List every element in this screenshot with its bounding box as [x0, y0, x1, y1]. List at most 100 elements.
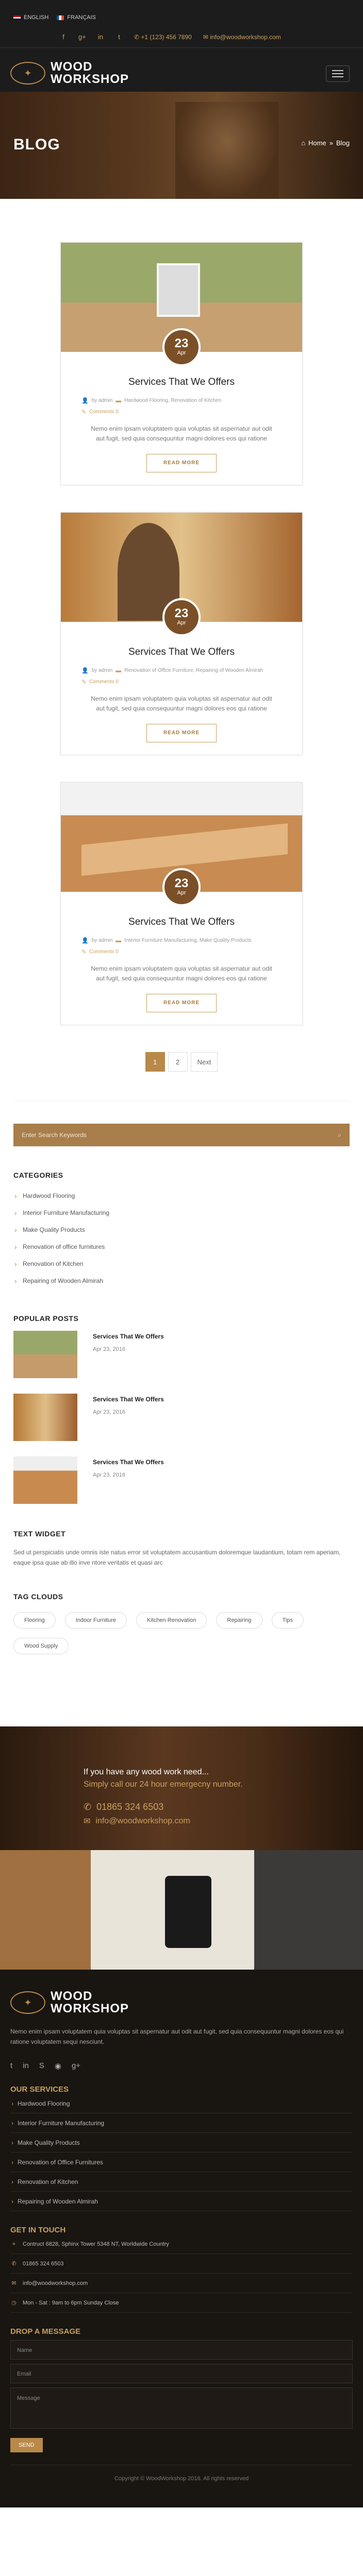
- blog-post-list: 23 Apr Services That We Offers 👤 by admin…: [0, 199, 363, 1100]
- pagination: 1 2 Next: [0, 1052, 363, 1100]
- tag[interactable]: Tips: [271, 1612, 304, 1629]
- category-item[interactable]: Hardwood Flooring: [13, 1188, 350, 1205]
- popular-post-item: Services That We Offers Apr 23, 2016: [13, 1456, 350, 1519]
- categories-heading: CATEGORIES: [13, 1171, 63, 1179]
- post-categories[interactable]: Interior Furniture Manufacturing, Make Q…: [124, 935, 251, 946]
- category-item[interactable]: Interior Furniture Manufacturing: [13, 1205, 350, 1222]
- linkedin-icon[interactable]: in: [23, 2061, 29, 2071]
- post-image[interactable]: 23 Apr: [61, 783, 302, 906]
- search-icon[interactable]: ⌕: [338, 1131, 341, 1139]
- footer-service-link[interactable]: Hardwood Flooring: [10, 2094, 353, 2113]
- lang-french[interactable]: FRANÇAIS: [57, 14, 96, 21]
- footer-service-link[interactable]: Renovation of Office Furnitures: [10, 2153, 353, 2172]
- footer-service-link[interactable]: Make Quality Products: [10, 2133, 353, 2153]
- logo-text: WOOD WORKSHOP: [51, 1990, 129, 2015]
- top-email[interactable]: ✉ info@woodworkshop.com: [203, 33, 281, 41]
- footer-service-link[interactable]: Repairing of Wooden Almirah: [10, 2192, 353, 2211]
- post-image[interactable]: 23 Apr: [61, 513, 302, 636]
- text-widget-heading: TEXT WIDGET: [13, 1530, 66, 1538]
- home-icon: ⌂: [301, 139, 306, 147]
- next-page[interactable]: Next: [190, 1052, 218, 1072]
- post-author[interactable]: by admin: [92, 665, 113, 676]
- tag[interactable]: Flooring: [13, 1612, 56, 1629]
- google-plus-icon[interactable]: g+: [78, 33, 86, 41]
- post-categories[interactable]: Hardwood Flooring, Renovation of Kitchen: [124, 395, 221, 406]
- footer-service-link[interactable]: Interior Furniture Manufacturing: [10, 2113, 353, 2133]
- facebook-icon[interactable]: f: [60, 33, 67, 41]
- post-author[interactable]: by admin: [92, 395, 113, 406]
- post-categories[interactable]: Renovation of Office Furniture, Repairin…: [124, 665, 263, 676]
- popular-post-thumbnail[interactable]: [13, 1394, 77, 1441]
- twitter-icon[interactable]: t: [10, 2061, 12, 2071]
- email-field[interactable]: Email: [10, 2364, 353, 2383]
- comment-icon: ✎: [81, 679, 87, 685]
- post-author[interactable]: by admin: [92, 935, 113, 946]
- search-input[interactable]: Enter Search Keywords ⌕: [13, 1124, 350, 1146]
- call-email[interactable]: ✉ info@woodworkshop.com: [84, 1816, 190, 1826]
- emergency-call-section: If you have any wood work need... Simply…: [0, 1726, 363, 1850]
- footer-service-link[interactable]: Renovation of Kitchen: [10, 2172, 353, 2192]
- skype-icon[interactable]: S: [39, 2061, 44, 2071]
- popular-post-title[interactable]: Services That We Offers: [93, 1396, 164, 1403]
- page-banner: BLOG ⌂ Home » Blog: [0, 92, 363, 199]
- tag[interactable]: Repairing: [216, 1612, 262, 1629]
- breadcrumb-separator: »: [329, 139, 333, 147]
- popular-posts-heading: POPULAR POSTS: [13, 1314, 79, 1323]
- mail-icon: ✉: [11, 2280, 16, 2286]
- popular-post-thumbnail[interactable]: [13, 1331, 77, 1378]
- post-image[interactable]: 23 Apr: [61, 243, 302, 366]
- call-phone-text: 01865 324 6503: [96, 1802, 164, 1812]
- location-icon: ⌖: [12, 2241, 16, 2247]
- post-title[interactable]: Services That We Offers: [61, 917, 302, 928]
- post-comments[interactable]: Comments 0: [89, 676, 119, 688]
- sidebar: Enter Search Keywords ⌕ CATEGORIES Hardw…: [0, 1101, 363, 1726]
- category-item[interactable]: Repairing of Wooden Almirah: [13, 1273, 350, 1290]
- message-field[interactable]: Message: [10, 2387, 353, 2429]
- send-button[interactable]: SEND: [10, 2438, 43, 2452]
- category-item[interactable]: Make Quality Products: [13, 1222, 350, 1239]
- logo-line2: WORKSHOP: [51, 72, 129, 86]
- popular-post-title[interactable]: Services That We Offers: [93, 1333, 164, 1340]
- category-item[interactable]: Renovation of office furnitures: [13, 1239, 350, 1256]
- read-more-button[interactable]: READ MORE: [146, 724, 217, 742]
- lang-english[interactable]: ENGLISH: [13, 14, 48, 21]
- rss-icon[interactable]: ◉: [55, 2061, 61, 2071]
- footer-phone: ✆ 01865 324 6503: [10, 2254, 353, 2274]
- page-2[interactable]: 2: [168, 1052, 188, 1072]
- twitter-icon[interactable]: t: [116, 33, 123, 41]
- tag[interactable]: Wood Supply: [13, 1638, 69, 1654]
- logo-line1: WOOD: [51, 1989, 93, 2003]
- google-plus-icon[interactable]: g+: [72, 2061, 80, 2071]
- footer-email[interactable]: ✉ info@woodworkshop.com: [10, 2274, 353, 2293]
- read-more-button[interactable]: READ MORE: [146, 454, 217, 472]
- post-comments[interactable]: Comments 0: [89, 406, 119, 418]
- footer-address: ⌖ Contruct 6828, Sphinx Tower 5348 NT, Wo…: [10, 2234, 353, 2254]
- phone-icon: ✆: [134, 33, 141, 41]
- footer-about: Nemo enim ipsam voluptatem quia voluptas…: [10, 2028, 344, 2045]
- linkedin-icon[interactable]: in: [97, 33, 104, 41]
- read-more-button[interactable]: READ MORE: [146, 994, 217, 1012]
- footer-logo[interactable]: ✦ WOOD WORKSHOP: [10, 1990, 353, 2015]
- date-month: Apr: [177, 350, 186, 356]
- popular-post-thumbnail[interactable]: [13, 1456, 77, 1504]
- lang-french-label: FRANÇAIS: [67, 14, 96, 21]
- site-header: ENGLISH FRANÇAIS f g+ in t ✆ +1 (123) 45…: [0, 0, 363, 92]
- site-logo[interactable]: ✦ WOOD WORKSHOP: [10, 61, 129, 86]
- post-title[interactable]: Services That We Offers: [61, 377, 302, 388]
- language-switcher: ENGLISH FRANÇAIS: [13, 14, 96, 21]
- date-badge: 23 Apr: [162, 598, 201, 636]
- post-title[interactable]: Services That We Offers: [61, 647, 302, 658]
- logo-text: WOOD WORKSHOP: [51, 61, 129, 86]
- page-1[interactable]: 1: [145, 1052, 165, 1072]
- breadcrumb-home[interactable]: Home: [308, 139, 326, 147]
- user-icon: 👤: [81, 938, 89, 944]
- footer-services: Hardwood Flooring Interior Furniture Man…: [10, 2094, 353, 2211]
- tag[interactable]: Kitchen Renovation: [136, 1612, 207, 1629]
- services-heading: OUR SERVICES: [10, 2085, 69, 2094]
- hamburger-menu-button[interactable]: [326, 65, 350, 82]
- popular-post-title[interactable]: Services That We Offers: [93, 1459, 164, 1466]
- category-item[interactable]: Renovation of Kitchen: [13, 1256, 350, 1273]
- post-comments[interactable]: Comments 0: [89, 946, 119, 958]
- tag[interactable]: Indoor Furniture: [64, 1612, 127, 1629]
- name-field[interactable]: Name: [10, 2340, 353, 2360]
